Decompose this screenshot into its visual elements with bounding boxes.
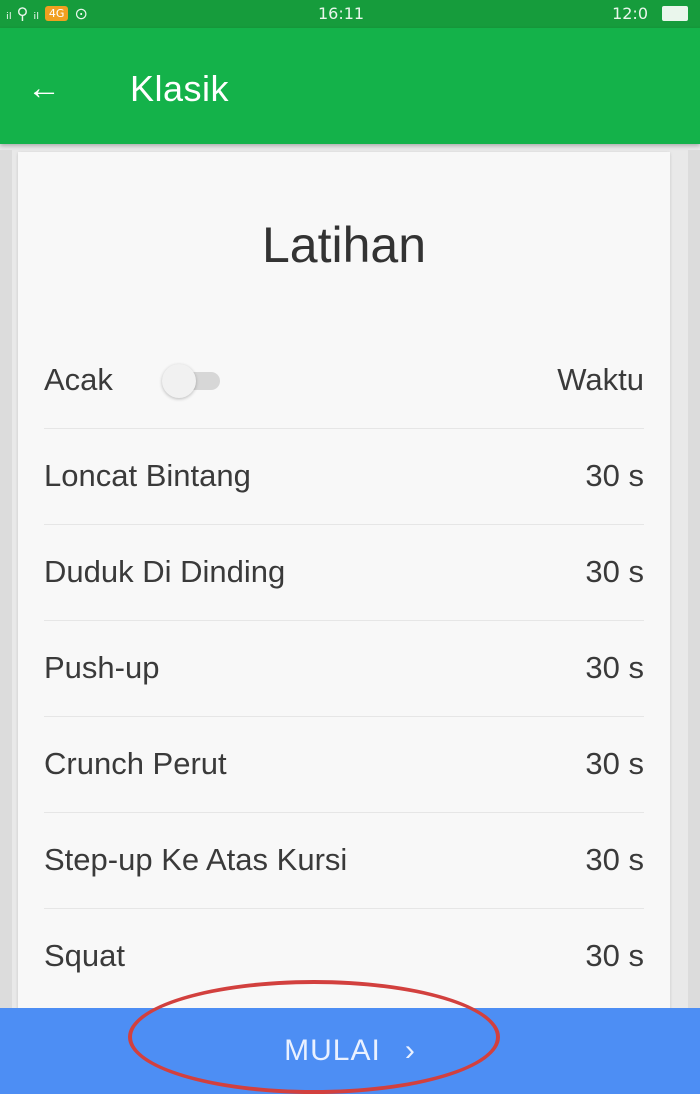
exercise-name: Step-up Ke Atas Kursi	[44, 842, 348, 877]
card-title: Latihan	[261, 217, 427, 273]
exercise-row[interactable]: Loncat Bintang 30 s	[44, 428, 644, 525]
exercise-duration: 30 s	[585, 650, 644, 685]
time-header: Waktu	[557, 362, 644, 397]
exercise-row[interactable]: Duduk Di Dinding 30 s	[44, 524, 644, 621]
status-right: 12:0	[612, 4, 688, 23]
exercise-duration: 30 s	[585, 458, 644, 493]
status-bar: ᵢₗ ⚲ ᵢₗ 4G ⊙ 16:11 12:0	[0, 0, 700, 28]
random-label: Acak	[44, 362, 113, 397]
exercise-card: Latihan Acak Waktu Loncat Bintang 30 s D…	[18, 152, 670, 1012]
chevron-right-icon: ›	[404, 1034, 416, 1067]
status-left: ᵢₗ ⚲ ᵢₗ 4G ⊙	[6, 4, 88, 23]
exercise-name: Squat	[44, 938, 126, 973]
toggle-knob	[162, 364, 196, 398]
exercise-row[interactable]: Step-up Ke Atas Kursi 30 s	[44, 812, 644, 909]
exercise-name: Duduk Di Dinding	[44, 554, 286, 589]
random-toggle[interactable]	[160, 364, 224, 398]
exercise-row[interactable]: Push-up 30 s	[44, 620, 644, 717]
right-card-edge	[688, 150, 700, 1010]
exercise-row[interactable]: Crunch Perut 30 s	[44, 716, 644, 813]
signal-icon: ᵢₗ ⚲ ᵢₗ	[6, 4, 39, 23]
exercise-row[interactable]: Squat 30 s	[44, 908, 644, 1004]
status-time: 16:11	[318, 4, 365, 23]
arrow-left-icon: ←	[27, 69, 61, 107]
start-label: MULAI	[284, 1034, 381, 1067]
start-bar: MULAI ›	[0, 1008, 700, 1094]
exercise-duration: 30 s	[585, 746, 644, 781]
exercise-name: Push-up	[44, 650, 160, 685]
exercise-duration: 30 s	[585, 554, 644, 589]
status-extra-icon: ⊙	[74, 4, 88, 23]
left-card-edge	[0, 150, 12, 1010]
battery-icon	[662, 6, 688, 21]
back-button[interactable]: ←	[22, 66, 66, 110]
exercise-name: Crunch Perut	[44, 746, 227, 781]
app-title: Klasik	[130, 68, 230, 109]
exercise-name: Loncat Bintang	[44, 458, 251, 493]
exercise-duration: 30 s	[585, 842, 644, 877]
network-badge: 4G	[44, 6, 69, 21]
app-bar: ← Klasik	[0, 28, 700, 144]
start-button[interactable]: MULAI ›	[200, 1016, 500, 1086]
exercise-duration: 30 s	[585, 938, 644, 973]
header-row: Acak Waktu	[44, 332, 644, 429]
status-clock: 12:0	[612, 4, 648, 23]
